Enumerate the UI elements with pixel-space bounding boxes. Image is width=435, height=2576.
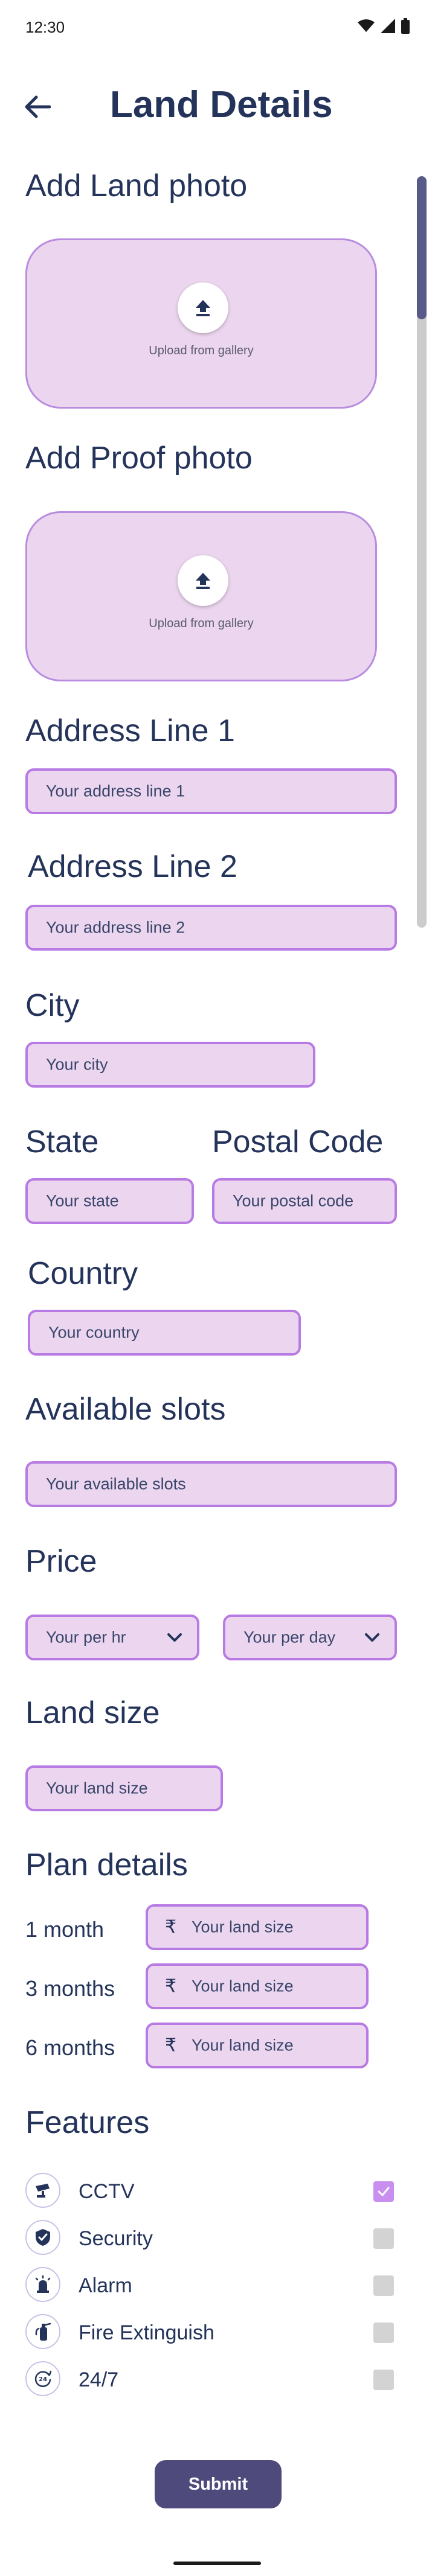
alarm-checkbox[interactable] — [373, 2275, 394, 2296]
country-input[interactable]: Your country — [28, 1310, 301, 1356]
page-title: Land Details — [110, 84, 333, 126]
country-placeholder: Your country — [48, 1323, 140, 1342]
status-icons — [358, 18, 410, 34]
land-size-placeholder: Your land size — [46, 1779, 148, 1797]
postal-code-placeholder: Your postal code — [233, 1191, 354, 1210]
cctv-checkbox[interactable] — [373, 2181, 394, 2202]
address-line-2-placeholder: Your address line 2 — [46, 918, 185, 937]
plan-details-label: Plan details — [25, 1848, 188, 1883]
check-icon — [378, 2187, 390, 2196]
alarm-icon — [35, 2275, 51, 2293]
price-per-hr-select[interactable]: Your per hr — [25, 1615, 199, 1660]
plan-price-placeholder: Your land size — [192, 1918, 294, 1936]
price-label: Price — [25, 1544, 97, 1579]
rupee-icon: ₹ — [165, 2035, 177, 2056]
city-label: City — [25, 988, 80, 1023]
proof-photo-upload[interactable]: Upload from gallery — [25, 511, 377, 681]
feature-row-fire-extinguish: Fire Extinguish — [25, 2313, 406, 2351]
chevron-down-icon — [365, 1633, 379, 1642]
price-per-day-select[interactable]: Your per day — [223, 1615, 397, 1660]
upload-text: Upload from gallery — [149, 344, 254, 357]
state-placeholder: Your state — [46, 1191, 119, 1210]
feature-name: Fire Extinguish — [79, 2321, 214, 2344]
battery-icon — [401, 18, 410, 34]
land-photo-label: Add Land photo — [25, 168, 248, 203]
feature-row-cctv: CCTV — [25, 2172, 406, 2210]
features-label: Features — [25, 2105, 150, 2140]
available-slots-label: Available slots — [25, 1392, 226, 1427]
price-per-day-placeholder: Your per day — [243, 1628, 336, 1647]
address-line-1-placeholder: Your address line 1 — [46, 782, 185, 800]
plan-price-input[interactable]: ₹ Your land size — [146, 1963, 369, 2009]
feature-row-alarm: Alarm — [25, 2266, 406, 2304]
upload-text: Upload from gallery — [149, 617, 254, 630]
state-input[interactable]: Your state — [25, 1178, 194, 1224]
feature-name: Alarm — [79, 2274, 132, 2297]
land-photo-upload[interactable]: Upload from gallery — [25, 238, 377, 409]
price-per-hr-placeholder: Your per hr — [46, 1628, 126, 1647]
fire-extinguisher-icon — [35, 2323, 51, 2341]
plan-price-input[interactable]: ₹ Your land size — [146, 1904, 369, 1950]
scrollbar-thumb[interactable] — [417, 176, 427, 319]
plan-price-input[interactable]: ₹ Your land size — [146, 2023, 369, 2068]
upload-icon — [196, 300, 210, 316]
proof-photo-label: Add Proof photo — [25, 441, 253, 476]
rupee-icon: ₹ — [165, 1975, 177, 1997]
available-slots-input[interactable]: Your available slots — [25, 1461, 397, 1507]
feature-row-24-7: 24 24/7 — [25, 2360, 406, 2399]
chevron-down-icon — [167, 1633, 182, 1642]
shield-icon — [36, 2229, 50, 2246]
cellular-signal-icon — [381, 19, 395, 33]
svg-text:24: 24 — [39, 2376, 47, 2383]
status-time: 12:30 — [25, 18, 65, 36]
submit-button[interactable]: Submit — [155, 2460, 282, 2508]
feature-name: 24/7 — [79, 2368, 119, 2391]
postal-code-input[interactable]: Your postal code — [212, 1178, 397, 1224]
city-placeholder: Your city — [46, 1055, 108, 1074]
upload-button[interactable] — [178, 282, 228, 333]
plan-duration-label: 6 months — [25, 2035, 115, 2060]
state-label: State — [25, 1124, 99, 1159]
status-bar: 12:30 — [0, 0, 435, 58]
available-slots-placeholder: Your available slots — [46, 1475, 186, 1493]
upload-button[interactable] — [178, 555, 228, 606]
land-size-label: Land size — [25, 1695, 160, 1730]
upload-icon — [196, 573, 210, 589]
back-button[interactable] — [18, 88, 57, 126]
address-line-2-label: Address Line 2 — [28, 849, 237, 884]
feature-name: Security — [79, 2227, 153, 2250]
clock-24-icon: 24 — [34, 2370, 52, 2387]
plan-duration-label: 1 month — [25, 1917, 105, 1942]
plan-duration-label: 3 months — [25, 1976, 115, 2001]
address-line-1-input[interactable]: Your address line 1 — [25, 768, 397, 814]
land-size-input[interactable]: Your land size — [25, 1765, 223, 1811]
city-input[interactable]: Your city — [25, 1042, 315, 1088]
address-line-1-label: Address Line 1 — [25, 713, 235, 748]
security-checkbox[interactable] — [373, 2228, 394, 2249]
rupee-icon: ₹ — [165, 1916, 177, 1938]
wifi-icon — [358, 19, 375, 32]
24-7-checkbox[interactable] — [373, 2370, 394, 2390]
cctv-icon — [36, 2184, 50, 2198]
plan-price-placeholder: Your land size — [192, 2036, 294, 2055]
postal-code-label: Postal Code — [212, 1124, 384, 1159]
address-line-2-input[interactable]: Your address line 2 — [25, 905, 397, 951]
fire-extinguish-checkbox[interactable] — [373, 2323, 394, 2343]
home-indicator[interactable] — [173, 2562, 261, 2565]
feature-name: CCTV — [79, 2180, 135, 2203]
arrow-left-icon — [25, 95, 51, 118]
country-label: Country — [28, 1256, 138, 1291]
plan-price-placeholder: Your land size — [192, 1977, 294, 1995]
feature-row-security: Security — [25, 2219, 406, 2257]
